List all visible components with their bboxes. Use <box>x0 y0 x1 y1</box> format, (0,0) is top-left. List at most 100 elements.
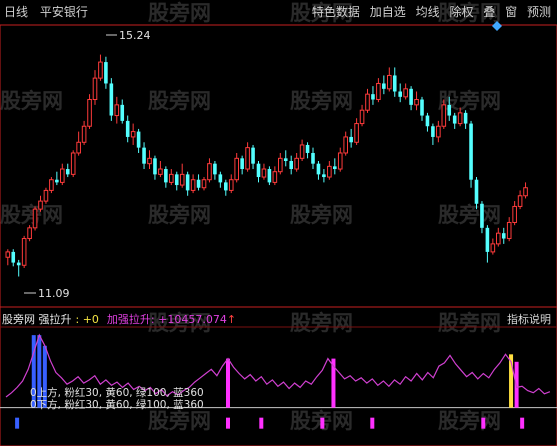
ex-rights-button[interactable]: 除权 <box>449 5 473 19</box>
candles-layer <box>5 54 528 277</box>
candle-body <box>480 203 484 228</box>
candle-body <box>49 179 54 191</box>
indicator-explain-button[interactable]: 指标说明 <box>507 311 551 327</box>
watermark-text: 股旁网 <box>438 311 501 335</box>
candle-body <box>523 187 528 197</box>
candle-body <box>153 158 157 175</box>
top-bar: 日线 平安银行 特色数据 加自选 均线 除权 叠 窗 预测 <box>0 0 557 24</box>
candle-body <box>11 251 16 263</box>
candle-body <box>158 168 163 175</box>
candle-body <box>398 91 402 97</box>
candle-body <box>213 163 217 175</box>
candle-body <box>81 125 87 143</box>
candle-body <box>179 173 185 186</box>
high-price-label: 15.24 <box>119 29 151 42</box>
period-label[interactable]: 日线 <box>4 5 28 19</box>
candle-body <box>278 157 283 173</box>
watermark-text: 股旁网 <box>290 89 353 113</box>
candle-body <box>474 179 479 204</box>
candle-body <box>299 144 305 159</box>
candle-body <box>201 179 207 189</box>
candle-body <box>60 168 65 183</box>
stock-name: 平安银行 <box>39 5 88 19</box>
candle-body <box>490 243 496 253</box>
candle-body <box>365 93 370 111</box>
candle-body <box>311 152 315 164</box>
candle-body <box>409 88 413 105</box>
indicator-legend-line2: 0下方, 粉红30, 黄60, 绿100, 蓝360 <box>30 398 204 411</box>
candle-body <box>114 104 120 117</box>
candle-body <box>506 221 512 240</box>
candle-body <box>436 125 441 138</box>
indicator-name[interactable]: 股旁网 强拉升 <box>2 313 72 326</box>
candle-body <box>316 163 321 175</box>
candle-body <box>343 136 348 154</box>
stock-chart[interactable]: 股旁网 股旁网 股旁网股旁网 股旁网 股旁网 股旁网股旁网 股旁网 股旁网 股旁网股旁网 股旁网股… <box>0 0 557 446</box>
candle-body <box>228 179 234 191</box>
signal-bar-low <box>259 417 264 429</box>
feature-data-button[interactable]: 特色数据 <box>312 5 360 19</box>
signal-bar-low <box>481 417 486 429</box>
candle-body <box>327 165 332 178</box>
up-arrow-icon: ↑ <box>226 313 237 326</box>
candle-body <box>240 158 244 170</box>
candle-body <box>109 83 114 116</box>
watermark-text: 股旁网 <box>148 409 211 433</box>
watermarks: 股旁网 股旁网 股旁网股旁网 股旁网 股旁网 股旁网股旁网 股旁网 股旁网 股旁网股旁网 股旁网股… <box>0 1 501 433</box>
candle-body <box>16 262 21 266</box>
overlay-button[interactable]: 叠 <box>483 5 495 19</box>
candle-body <box>21 238 27 266</box>
watermark-text: 股旁网 <box>290 203 353 227</box>
watermark-text: 股旁网 <box>148 203 211 227</box>
signal-bar-low <box>15 417 20 429</box>
candle-body <box>457 112 463 125</box>
moving-average-button[interactable]: 均线 <box>416 5 440 19</box>
candle-body <box>431 126 435 137</box>
candle-body <box>38 200 43 210</box>
signal-bar-low <box>226 417 230 429</box>
candle-body <box>387 74 392 90</box>
candle-body <box>190 179 196 191</box>
candle-body <box>337 152 343 170</box>
candle-body <box>120 104 125 121</box>
candle-body <box>142 147 146 164</box>
candle-body <box>283 158 288 161</box>
candle-body <box>469 123 473 180</box>
indicator-line2-value: 加强拉升: +10457.074 <box>106 313 227 326</box>
price-labels: 15.24 11.09 <box>24 29 151 300</box>
candle-body <box>496 232 501 245</box>
candle-body <box>359 109 365 125</box>
window-button[interactable]: 窗 <box>505 5 517 19</box>
signal-bar <box>226 358 230 408</box>
candle-body <box>55 179 59 183</box>
candle-body <box>98 61 103 79</box>
candle-body <box>87 99 92 127</box>
candle-body <box>463 112 468 124</box>
candle-body <box>5 251 11 258</box>
candle-body <box>403 88 408 98</box>
candle-body <box>196 179 201 188</box>
candle-body <box>65 169 70 175</box>
add-watchlist-button[interactable]: 加自选 <box>370 5 406 19</box>
candle-body <box>267 169 272 183</box>
candle-body <box>251 147 255 164</box>
candle-body <box>76 141 81 154</box>
candle-body <box>272 171 278 183</box>
candle-body <box>485 227 490 252</box>
candle-body <box>289 161 293 170</box>
candle-body <box>452 115 457 124</box>
indicator-line1-value: : +0 <box>75 313 99 326</box>
candle-body <box>218 174 223 183</box>
candle-body <box>164 169 168 183</box>
candle-body <box>92 77 98 101</box>
watermark-text: 股旁网 <box>438 203 501 227</box>
low-price-label: 11.09 <box>38 287 70 300</box>
forecast-button[interactable]: 预测 <box>527 5 551 19</box>
candle-body <box>245 147 250 170</box>
watermark-text: 股旁网 <box>0 203 63 227</box>
candle-body <box>447 104 452 116</box>
watermark-text: 股旁网 <box>0 89 63 113</box>
signal-bar-low <box>320 417 325 429</box>
candle-body <box>354 123 359 143</box>
candle-body <box>70 152 76 175</box>
